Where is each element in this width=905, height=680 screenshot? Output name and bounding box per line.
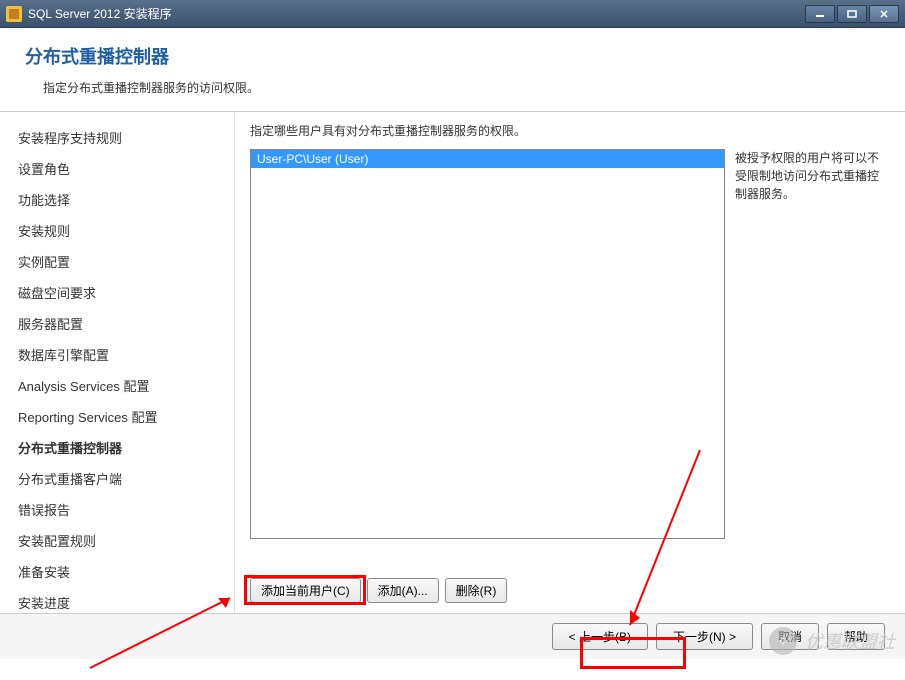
wizard-step: 设置角色 [0, 153, 234, 184]
wizard-step: 安装进度 [0, 587, 234, 613]
titlebar: SQL Server 2012 安装程序 [0, 0, 905, 28]
wizard-step: 实例配置 [0, 246, 234, 277]
wizard-step: 安装规则 [0, 215, 234, 246]
user-list-item[interactable]: User-PC\User (User) [251, 150, 724, 168]
wizard-step: 服务器配置 [0, 308, 234, 339]
wizard-step: 安装程序支持规则 [0, 122, 234, 153]
app-icon [6, 6, 22, 22]
wizard-steps-sidebar: 安装程序支持规则设置角色功能选择安装规则实例配置磁盘空间要求服务器配置数据库引擎… [0, 112, 235, 613]
back-button[interactable]: < 上一步(B) [552, 623, 648, 650]
page-subtitle: 指定分布式重播控制器服务的访问权限。 [25, 79, 905, 96]
wizard-step: 错误报告 [0, 494, 234, 525]
close-button[interactable] [869, 5, 899, 23]
users-listbox[interactable]: User-PC\User (User) [250, 149, 725, 539]
wizard-step: 安装配置规则 [0, 525, 234, 556]
window-controls [805, 5, 899, 23]
maximize-button[interactable] [837, 5, 867, 23]
add-current-user-button[interactable]: 添加当前用户(C) [250, 578, 361, 603]
page-title: 分布式重播控制器 [25, 43, 905, 69]
permission-help-text: 被授予权限的用户将可以不受限制地访问分布式重播控制器服务。 [735, 149, 890, 570]
next-button[interactable]: 下一步(N) > [656, 623, 753, 650]
minimize-button[interactable] [805, 5, 835, 23]
add-user-button[interactable]: 添加(A)... [367, 578, 439, 603]
page-body: 安装程序支持规则设置角色功能选择安装规则实例配置磁盘空间要求服务器配置数据库引擎… [0, 112, 905, 614]
wizard-step: 磁盘空间要求 [0, 277, 234, 308]
wizard-step: 数据库引擎配置 [0, 339, 234, 370]
installer-window: SQL Server 2012 安装程序 分布式重播控制器 指定分布式重播控制器… [0, 0, 905, 680]
watermark-text: 优惠联盟社 [805, 628, 895, 654]
wizard-step: Reporting Services 配置 [0, 401, 234, 432]
watermark: ✧ 优惠联盟社 [769, 627, 895, 655]
watermark-icon: ✧ [769, 627, 797, 655]
wizard-step: 分布式重播控制器 [0, 432, 234, 463]
permission-prompt: 指定哪些用户具有对分布式重播控制器服务的权限。 [250, 122, 890, 139]
list-row: User-PC\User (User) 被授予权限的用户将可以不受限制地访问分布… [250, 149, 890, 570]
wizard-step: 准备安装 [0, 556, 234, 587]
user-buttons-row: 添加当前用户(C) 添加(A)... 删除(R) [250, 578, 890, 603]
wizard-step: Analysis Services 配置 [0, 370, 234, 401]
wizard-step: 分布式重播客户端 [0, 463, 234, 494]
page-header: 分布式重播控制器 指定分布式重播控制器服务的访问权限。 [0, 28, 905, 112]
wizard-step: 功能选择 [0, 184, 234, 215]
main-panel: 指定哪些用户具有对分布式重播控制器服务的权限。 User-PC\User (Us… [235, 112, 905, 613]
remove-user-button[interactable]: 删除(R) [445, 578, 508, 603]
window-title: SQL Server 2012 安装程序 [28, 5, 805, 22]
